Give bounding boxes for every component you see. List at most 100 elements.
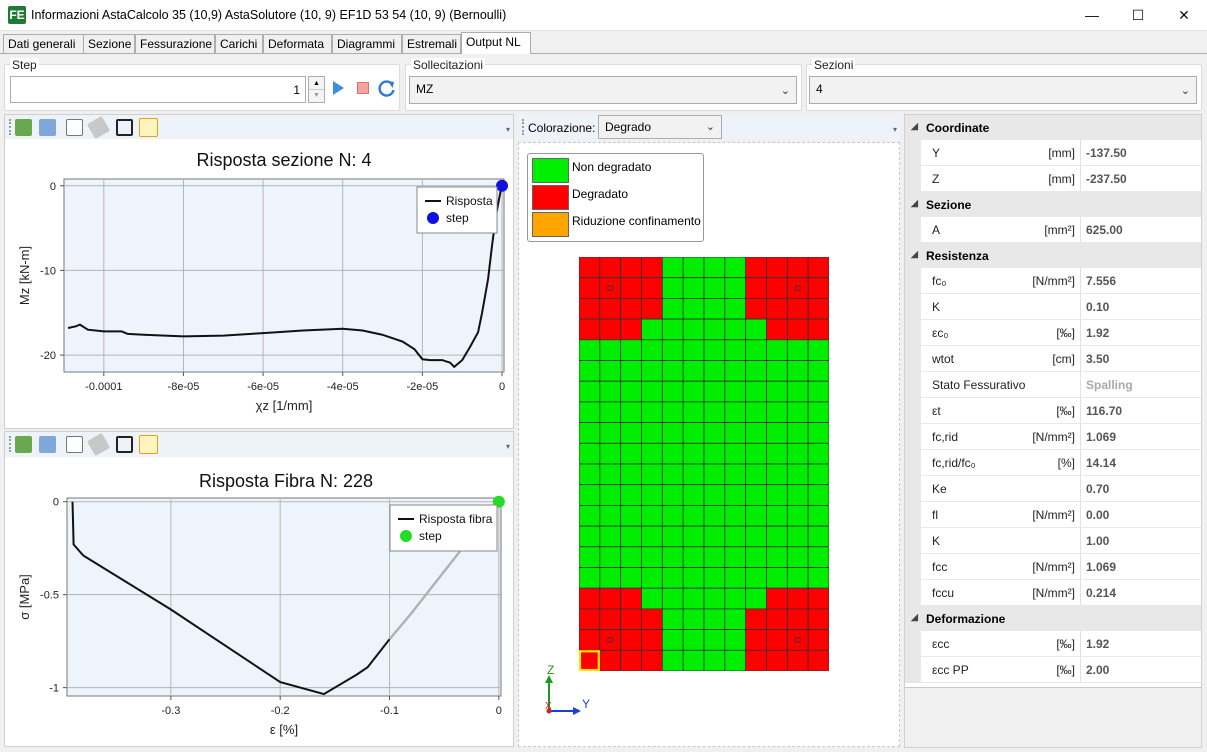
property-row[interactable]: K 1.00 [905, 528, 1201, 554]
fiber-cell [682, 380, 705, 403]
property-row[interactable]: wtot [cm] 3.50 [905, 346, 1201, 372]
property-value: 0.70 [1086, 482, 1110, 496]
property-category[interactable]: ◢ Sezione [905, 192, 1201, 217]
export-icon[interactable] [15, 436, 32, 453]
legend-step-marker [400, 530, 412, 542]
fiber-cell [703, 380, 726, 403]
image-icon[interactable] [39, 436, 56, 453]
property-row[interactable]: Z [mm] -237.50 [905, 166, 1201, 192]
property-row[interactable]: K 0.10 [905, 294, 1201, 320]
tab-deformata[interactable]: Deformata [263, 34, 332, 53]
overflow-icon[interactable]: ▾ [506, 442, 510, 451]
image-icon[interactable] [39, 119, 56, 136]
overflow-icon[interactable]: ▾ [506, 125, 510, 134]
fiber-cell [661, 442, 684, 465]
sezioni-value: 4 [816, 82, 823, 96]
step-input[interactable]: 1 [10, 76, 306, 103]
legend-swatch-red [532, 185, 569, 210]
property-unit: [mm] [1048, 172, 1075, 186]
fiber-cell [682, 442, 705, 465]
tab-diagrammi[interactable]: Diagrammi [332, 34, 402, 53]
property-row[interactable]: εt [‰] 116.70 [905, 398, 1201, 424]
play-icon[interactable] [333, 81, 344, 95]
legend-series-label: Risposta [446, 194, 493, 208]
collapse-icon[interactable]: ◢ [911, 198, 918, 209]
collapse-icon[interactable]: ◢ [911, 612, 918, 623]
fiber-cell [682, 504, 705, 527]
eraser-icon[interactable] [86, 432, 111, 457]
tab-output-nl[interactable]: Output NL [461, 32, 531, 54]
fiber-cell [641, 649, 663, 671]
column-separator [1080, 372, 1081, 397]
fiber-cell [620, 298, 642, 320]
refresh-icon[interactable] [377, 79, 396, 98]
tab-estremali[interactable]: Estremali [402, 34, 461, 53]
fiber-cell [724, 463, 747, 486]
coloring-dropdown[interactable]: Degrado ⌄ [598, 115, 722, 139]
step-spinner[interactable]: ▲ ▼ [308, 76, 325, 103]
property-row[interactable]: fccu [N/mm²] 0.214 [905, 580, 1201, 606]
fiber-cell [724, 339, 747, 361]
new-page-icon[interactable] [66, 436, 83, 453]
fiber-cell [661, 298, 684, 320]
fiber-cell [599, 567, 622, 589]
property-unit: [mm] [1048, 146, 1075, 160]
column-separator [1080, 320, 1081, 345]
tab-dati-generali[interactable]: Dati generali [3, 34, 84, 53]
collapse-icon[interactable]: ◢ [911, 121, 918, 132]
fiber-grid[interactable] [579, 257, 829, 671]
row-gutter [905, 450, 921, 475]
property-row[interactable]: fc₀ [N/mm²] 7.556 [905, 268, 1201, 294]
property-category[interactable]: ◢ Coordinate [905, 115, 1201, 140]
fiber-cell [766, 463, 788, 486]
close-button[interactable]: ✕ [1161, 0, 1207, 31]
fiber-cell [579, 504, 601, 527]
property-row[interactable]: Y [mm] -137.50 [905, 140, 1201, 166]
property-row[interactable]: fc,rid [N/mm²] 1.069 [905, 424, 1201, 450]
fiber-cell [620, 484, 642, 506]
fiber-cell [682, 649, 705, 671]
property-row[interactable]: fl [N/mm²] 0.00 [905, 502, 1201, 528]
fullscreen-icon[interactable] [116, 119, 133, 136]
toolbar-grip [9, 436, 11, 452]
new-page-icon[interactable] [66, 119, 83, 136]
sezioni-dropdown[interactable]: 4 ⌄ [809, 76, 1197, 104]
fiber-cell [766, 257, 788, 279]
sollecitazioni-dropdown[interactable]: MZ ⌄ [409, 76, 797, 104]
property-row[interactable]: εcc [‰] 1.92 [905, 631, 1201, 657]
spin-up-icon[interactable]: ▲ [309, 77, 324, 90]
property-row[interactable]: fc,rid/fc₀ [%] 14.14 [905, 450, 1201, 476]
stop-icon[interactable] [357, 82, 369, 94]
fiber-cell [786, 608, 809, 630]
fiber-cell [641, 422, 663, 444]
maximize-button[interactable]: ☐ [1115, 0, 1161, 31]
property-row[interactable]: εc₀ [‰] 1.92 [905, 320, 1201, 346]
fiber-cell [661, 587, 684, 610]
property-row[interactable]: Stato Fessurativo Spalling [905, 372, 1201, 398]
fiber-cell [599, 649, 622, 671]
legend-list-icon[interactable] [139, 435, 158, 454]
property-category[interactable]: ◢ Resistenza [905, 243, 1201, 268]
minimize-button[interactable]: — [1069, 0, 1115, 31]
property-row[interactable]: Ke 0.70 [905, 476, 1201, 502]
tab-sezione[interactable]: Sezione [83, 34, 135, 53]
fiber-cell [703, 298, 726, 320]
fullscreen-icon[interactable] [116, 436, 133, 453]
tab-fessurazione[interactable]: Fessurazione [135, 34, 215, 53]
fiber-cell [703, 257, 726, 279]
property-row[interactable]: fcc [N/mm²] 1.069 [905, 554, 1201, 580]
spin-down-icon[interactable]: ▼ [309, 90, 324, 102]
overflow-icon[interactable]: ▾ [893, 125, 897, 134]
fiber-cell [807, 422, 829, 444]
property-value: 1.00 [1086, 534, 1110, 548]
fiber-cell [807, 629, 829, 651]
tab-carichi[interactable]: Carichi [215, 34, 263, 53]
legend-list-icon[interactable] [139, 118, 158, 137]
property-category[interactable]: ◢ Deformazione [905, 606, 1201, 631]
eraser-icon[interactable] [86, 115, 111, 140]
property-row[interactable]: A [mm²] 625.00 [905, 217, 1201, 243]
collapse-icon[interactable]: ◢ [911, 249, 918, 260]
property-row[interactable]: εcc PP [‰] 2.00 [905, 657, 1201, 683]
export-icon[interactable] [15, 119, 32, 136]
fiber-cell [766, 442, 788, 465]
